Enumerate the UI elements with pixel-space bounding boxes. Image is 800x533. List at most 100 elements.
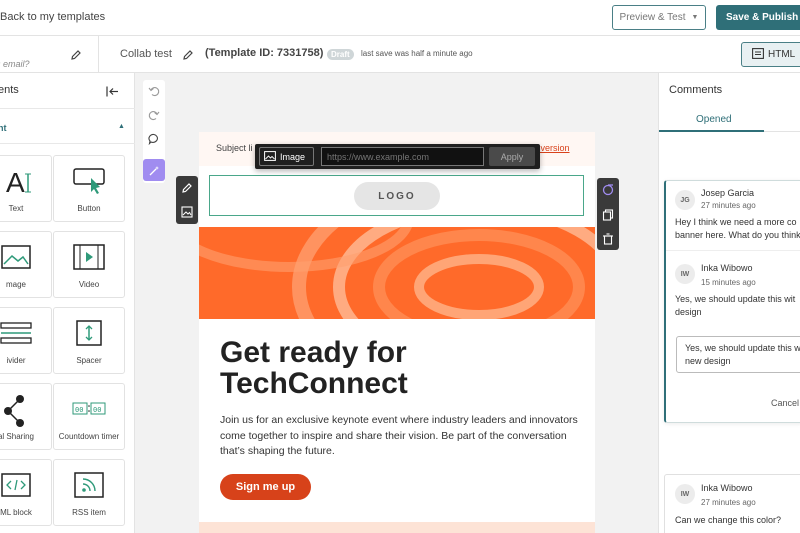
block-edit-toolbar	[176, 176, 198, 224]
image-type-selector[interactable]: Image	[259, 147, 314, 166]
comment-time: 27 minutes ago	[701, 498, 756, 507]
block-tile-video[interactable]: Video	[53, 231, 125, 298]
svg-text:A: A	[6, 167, 25, 196]
status-badge: Draft	[327, 49, 354, 60]
undo-icon[interactable]	[148, 84, 160, 102]
block-tile-image[interactable]: mage	[0, 231, 52, 298]
delete-icon[interactable]	[602, 232, 614, 250]
text-icon: A	[0, 166, 36, 201]
tile-label: RSS item	[72, 508, 106, 517]
tile-label: Video	[78, 280, 100, 289]
ai-assist-button[interactable]	[143, 159, 165, 181]
avatar: JG	[675, 190, 695, 210]
rss-icon	[71, 470, 107, 505]
tile-label: ivider	[6, 356, 26, 365]
html-document-icon	[752, 47, 764, 62]
comment-text-line: Yes, we should update this wit	[675, 294, 796, 304]
panel-title: ents	[0, 84, 19, 96]
comment-divider	[666, 250, 800, 251]
magic-wand-icon	[148, 164, 160, 182]
image-icon	[0, 242, 34, 277]
reply-textarea[interactable]: Yes, we should update this w new design	[676, 336, 800, 373]
svg-text:00: 00	[75, 406, 83, 414]
email-body-text[interactable]: Join us for an exclusive keynote event w…	[220, 413, 590, 460]
avatar: IW	[675, 484, 695, 504]
block-tile-social-sharing[interactable]: al Sharing	[0, 383, 52, 450]
redo-icon[interactable]	[148, 108, 160, 126]
html-label: HTML	[768, 49, 796, 60]
block-tile-button[interactable]: Button	[53, 155, 125, 222]
tile-label: Spacer	[76, 356, 102, 365]
active-tab-indicator	[659, 130, 764, 132]
content-blocks-panel: ents nt ▲ A Text Button mage Video ivide…	[0, 73, 135, 533]
save-status: last save was half a minute ago	[361, 49, 473, 58]
comments-title: Comments	[669, 84, 723, 96]
comment-text-line: Hey I think we need a more co	[675, 217, 797, 227]
block-tile-divider[interactable]: ivider	[0, 307, 52, 374]
edit-pencil-icon[interactable]	[181, 181, 193, 199]
subject-line-label: Subject li	[216, 143, 253, 153]
svg-text:00: 00	[93, 406, 101, 414]
countdown-icon: 00 00	[71, 394, 107, 429]
link-settings-icon[interactable]	[602, 183, 614, 201]
html-view-button[interactable]: HTML	[741, 42, 800, 67]
block-tile-spacer[interactable]: Spacer	[53, 307, 125, 374]
image-type-label: Image	[280, 151, 306, 162]
duplicate-icon[interactable]	[602, 208, 614, 226]
edit-name-pencil-icon[interactable]	[182, 48, 194, 66]
comment-author: Inka Wibowo	[701, 483, 753, 493]
reply-text-line: Yes, we should update this w	[685, 343, 800, 353]
comment-time: 27 minutes ago	[701, 201, 756, 210]
logo-text: LOGO	[378, 190, 416, 202]
share-icon	[0, 394, 34, 433]
block-tile-text[interactable]: A Text	[0, 155, 52, 222]
top-bar: Back to my templates Preview & Test ▼ Sa…	[0, 0, 800, 36]
tile-label: Button	[77, 204, 101, 213]
image-settings-icon[interactable]	[181, 205, 193, 223]
edit-pencil-icon[interactable]	[70, 48, 82, 66]
hero-image[interactable]	[199, 227, 595, 319]
block-tile-countdown[interactable]: 00 00 Countdown timer	[53, 383, 125, 450]
divider-icon	[0, 318, 34, 353]
email-editor-app: Back to my templates Preview & Test ▼ Sa…	[0, 0, 800, 533]
image-url-input[interactable]	[321, 147, 484, 166]
tile-label: mage	[5, 280, 26, 289]
cancel-button[interactable]: Cancel	[771, 398, 799, 408]
email-name-hint[interactable]: s email?	[0, 59, 30, 69]
block-tile-html[interactable]: ML block	[0, 459, 52, 526]
sign-up-button[interactable]: Sign me up	[220, 474, 311, 500]
template-name: Collab test	[120, 48, 172, 60]
comment-text-line: design	[675, 307, 702, 317]
apply-button[interactable]: Apply	[489, 147, 535, 166]
save-publish-label: Save & Publish to	[726, 12, 800, 23]
preview-test-label: Preview & Test	[619, 12, 686, 23]
email-footer-strip	[199, 522, 595, 533]
logo-placeholder[interactable]: LOGO	[354, 182, 440, 210]
spacer-icon	[71, 318, 107, 353]
button-cursor-icon	[71, 166, 107, 201]
code-icon	[0, 470, 34, 505]
template-id: (Template ID: 7331758)	[205, 47, 324, 59]
email-headline[interactable]: Get ready for TechConnect	[220, 337, 580, 399]
block-tile-rss[interactable]: RSS item	[53, 459, 125, 526]
sign-up-label: Sign me up	[235, 481, 296, 493]
image-icon	[264, 150, 276, 163]
preview-test-button[interactable]: Preview & Test ▼	[612, 5, 706, 30]
reply-text-line: new design	[685, 356, 731, 366]
tab-opened[interactable]: Opened	[696, 114, 732, 125]
comment-text-line: banner here. What do you think	[675, 230, 800, 240]
block-actions-toolbar	[597, 178, 619, 250]
avatar: IW	[675, 264, 695, 284]
caret-up-icon: ▲	[118, 123, 125, 130]
comment-icon[interactable]	[148, 132, 160, 150]
comment-text-line: Can we change this color?	[675, 515, 782, 525]
section-label: nt	[0, 123, 7, 133]
comment-time: 15 minutes ago	[701, 278, 756, 287]
back-to-templates-link[interactable]: Back to my templates	[0, 11, 105, 23]
save-publish-button[interactable]: Save & Publish to	[716, 5, 800, 30]
content-section-header[interactable]: nt ▲	[0, 108, 135, 144]
template-info-bar: s email? Collab test (Template ID: 73317…	[0, 36, 800, 73]
comment-author: Inka Wibowo	[701, 263, 753, 273]
collapse-panel-icon[interactable]	[106, 84, 119, 102]
tile-label: Text	[8, 204, 24, 213]
